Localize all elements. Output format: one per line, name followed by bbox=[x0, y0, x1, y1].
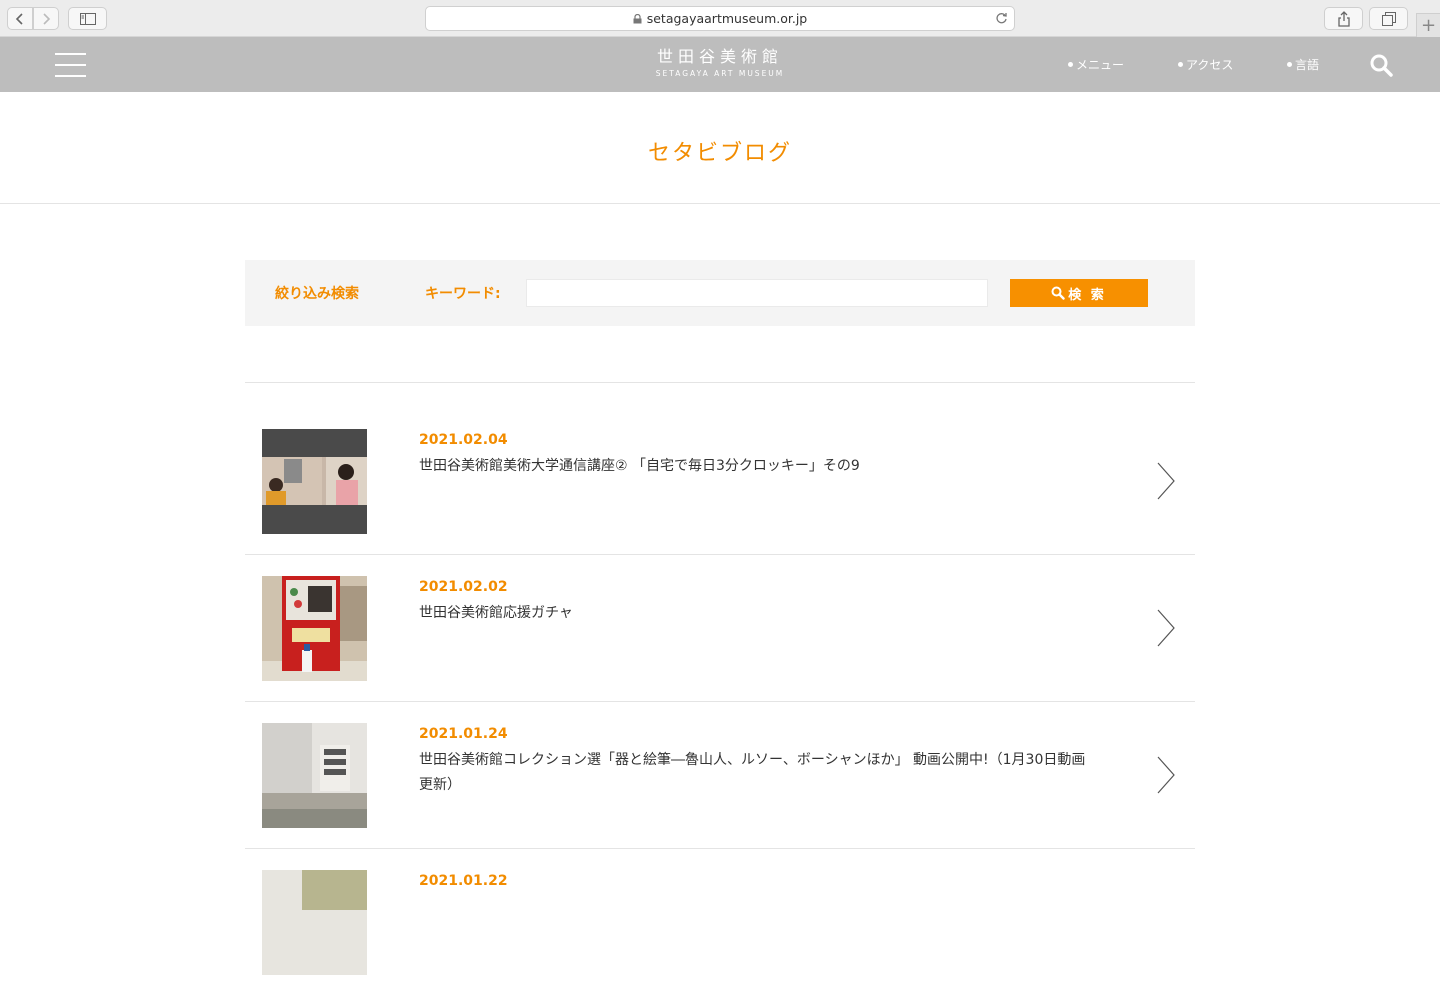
divider bbox=[245, 382, 1195, 383]
sidebar-toggle-button[interactable] bbox=[68, 7, 107, 30]
blog-post-item[interactable]: 2021.02.02 世田谷美術館応援ガチャ bbox=[245, 555, 1195, 702]
lock-icon bbox=[633, 13, 642, 23]
share-icon bbox=[1337, 10, 1350, 27]
search-button[interactable]: 検 索 bbox=[1010, 279, 1148, 307]
blog-post-item[interactable]: 2021.01.24 世田谷美術館コレクション選「器と絵筆―魯山人、ルソー、ボー… bbox=[245, 702, 1195, 849]
filter-search-panel: 絞り込み検索 キーワード: 検 索 bbox=[245, 260, 1195, 326]
post-date: 2021.02.02 bbox=[419, 579, 508, 595]
plus-icon: + bbox=[1420, 15, 1437, 36]
chevron-left-icon bbox=[15, 12, 23, 25]
search-icon[interactable] bbox=[1369, 53, 1395, 77]
post-thumbnail bbox=[262, 870, 367, 975]
header-link-menu[interactable]: メニュー bbox=[1068, 56, 1124, 73]
blog-post-item[interactable]: 2021.02.04 世田谷美術館美術大学通信講座② 「自宅で毎日3分クロッキー… bbox=[245, 408, 1195, 555]
divider bbox=[0, 203, 1440, 204]
post-date: 2021.02.04 bbox=[419, 432, 508, 448]
chevron-right-icon[interactable] bbox=[1155, 608, 1177, 648]
keyword-input[interactable] bbox=[526, 279, 988, 307]
tabs-icon bbox=[1381, 11, 1396, 26]
header-link-access[interactable]: アクセス bbox=[1178, 56, 1233, 73]
back-button[interactable] bbox=[7, 7, 33, 30]
bullet-icon bbox=[1068, 62, 1073, 67]
post-thumbnail bbox=[262, 723, 367, 828]
post-title[interactable]: 世田谷美術館コレクション選「器と絵筆―魯山人、ルソー、ボーシャンほか」 動画公開… bbox=[419, 748, 1099, 798]
keyword-label: キーワード: bbox=[425, 286, 501, 302]
bullet-icon bbox=[1287, 62, 1292, 67]
header-link-label: 言語 bbox=[1295, 58, 1320, 72]
address-bar[interactable]: setagayaartmuseum.or.jp bbox=[425, 6, 1015, 31]
url-text: setagayaartmuseum.or.jp bbox=[646, 11, 808, 26]
logo-en: SETAGAYA ART MUSEUM bbox=[655, 69, 785, 78]
browser-toolbar: setagayaartmuseum.or.jp + bbox=[0, 0, 1440, 37]
header-link-label: アクセス bbox=[1186, 58, 1234, 72]
chevron-right-icon bbox=[43, 12, 51, 25]
chevron-right-icon[interactable] bbox=[1155, 461, 1177, 501]
share-button[interactable] bbox=[1324, 7, 1363, 30]
reload-icon[interactable] bbox=[995, 11, 1008, 25]
post-thumbnail bbox=[262, 429, 367, 534]
forward-button[interactable] bbox=[33, 7, 59, 30]
show-tabs-button[interactable] bbox=[1369, 7, 1408, 30]
bullet-icon bbox=[1178, 62, 1183, 67]
site-logo[interactable]: 世田谷美術館 SETAGAYA ART MUSEUM bbox=[620, 47, 820, 79]
sidebar-icon bbox=[79, 12, 96, 25]
post-title[interactable]: 世田谷美術館応援ガチャ bbox=[419, 601, 1109, 626]
search-button-label: 検 索 bbox=[1068, 286, 1107, 302]
header-link-label: メニュー bbox=[1076, 58, 1125, 72]
post-date: 2021.01.24 bbox=[419, 726, 508, 742]
page-title: セタビブログ bbox=[647, 141, 792, 166]
new-tab-button[interactable]: + bbox=[1416, 13, 1440, 37]
chevron-right-icon[interactable] bbox=[1155, 755, 1177, 795]
header-link-language[interactable]: 言語 bbox=[1287, 56, 1319, 73]
logo-jp: 世田谷美術館 bbox=[656, 47, 783, 66]
search-icon bbox=[1051, 286, 1065, 300]
site-header: 世田谷美術館 SETAGAYA ART MUSEUM メニュー アクセス 言語 bbox=[0, 37, 1440, 92]
post-date: 2021.01.22 bbox=[419, 873, 508, 889]
filter-search-label: 絞り込み検索 bbox=[275, 286, 359, 302]
blog-post-item[interactable]: 2021.01.22 bbox=[245, 849, 1195, 996]
menu-hamburger-icon[interactable] bbox=[55, 53, 86, 77]
post-thumbnail bbox=[262, 576, 367, 681]
post-title[interactable]: 世田谷美術館美術大学通信講座② 「自宅で毎日3分クロッキー」その9 bbox=[419, 454, 1109, 479]
